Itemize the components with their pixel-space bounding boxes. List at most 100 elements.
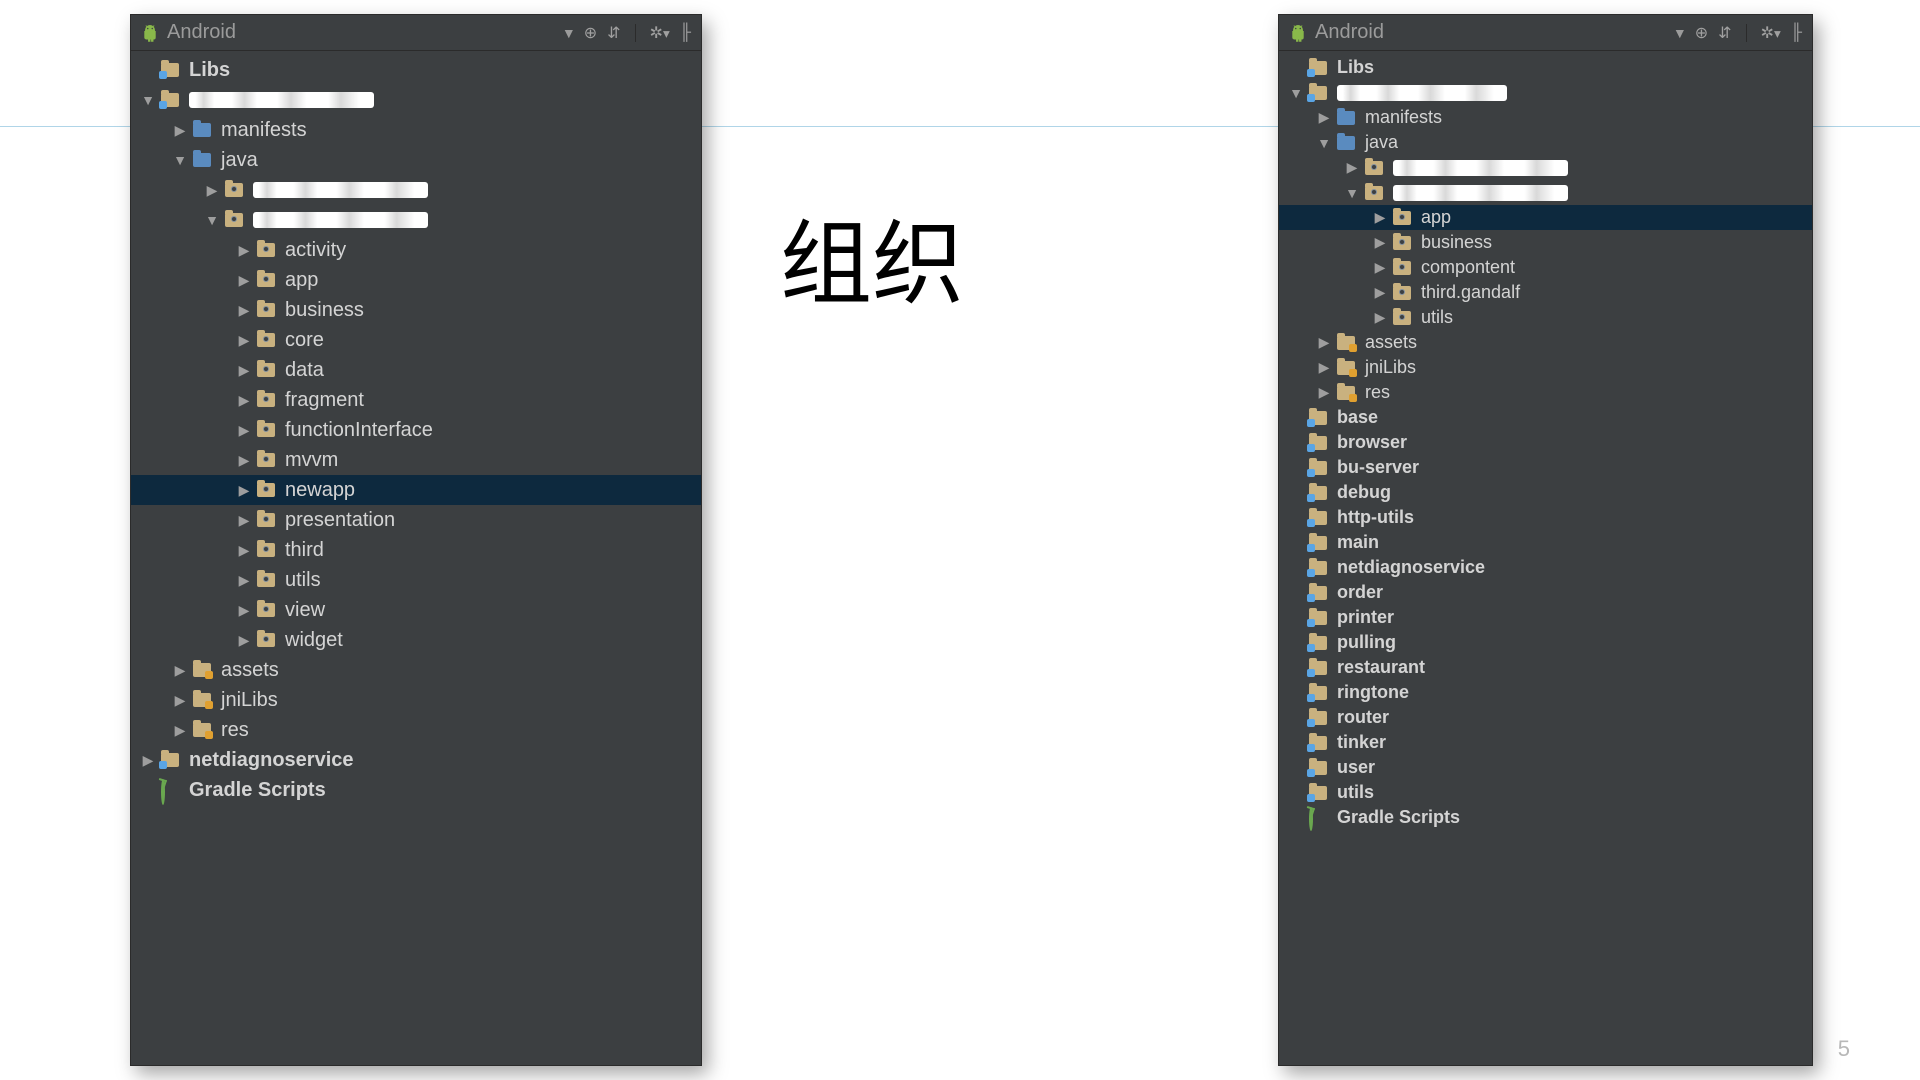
tree-item[interactable]: ▶view <box>131 595 701 625</box>
tree-item[interactable]: ▶app <box>131 265 701 295</box>
tree-arrow-icon[interactable]: ▼ <box>1315 135 1333 151</box>
tree-item[interactable]: ▶bu-server <box>1279 455 1812 480</box>
tree-arrow-icon[interactable]: ▶ <box>1315 334 1333 351</box>
panel-titlebar[interactable]: Android ▼ ⊕ ⇵ ✲▾ ╟ <box>131 15 701 51</box>
tree-item[interactable]: ▶order <box>1279 580 1812 605</box>
tree-item[interactable]: ▶jniLibs <box>131 685 701 715</box>
tree-item[interactable]: ▶third.gandalf <box>1279 280 1812 305</box>
tree-item[interactable]: ▶ringtone <box>1279 680 1812 705</box>
tree-item[interactable]: ▶assets <box>1279 330 1812 355</box>
tree-item[interactable]: ▶router <box>1279 705 1812 730</box>
tree-item[interactable]: ▶activity <box>131 235 701 265</box>
tree-arrow-icon[interactable]: ▶ <box>171 722 189 739</box>
tree-arrow-icon[interactable]: ▶ <box>203 182 221 199</box>
tree-item[interactable]: ▶http-utils <box>1279 505 1812 530</box>
tree-arrow-icon[interactable]: ▶ <box>235 362 253 379</box>
tree-item[interactable]: ▶Gradle Scripts <box>1279 805 1812 830</box>
tree-arrow-icon[interactable]: ▼ <box>1343 185 1361 201</box>
tree-item[interactable]: ▶Libs <box>1279 55 1812 80</box>
tree-item[interactable]: ▶business <box>131 295 701 325</box>
tree-item[interactable]: ▶utils <box>131 565 701 595</box>
tree-item[interactable]: ▶assets <box>131 655 701 685</box>
tree-item[interactable]: ▼ <box>131 85 701 115</box>
tree-arrow-icon[interactable]: ▶ <box>1343 159 1361 176</box>
hide-icon[interactable]: ╟ <box>680 24 691 42</box>
tree-item[interactable]: ▶core <box>131 325 701 355</box>
tree-item[interactable]: ▶netdiagnoservice <box>1279 555 1812 580</box>
tree-arrow-icon[interactable]: ▶ <box>1371 209 1389 226</box>
tree-arrow-icon[interactable]: ▶ <box>1315 384 1333 401</box>
tree-item[interactable]: ▶presentation <box>131 505 701 535</box>
tree-arrow-icon[interactable]: ▶ <box>235 482 253 499</box>
tree-item[interactable]: ▶debug <box>1279 480 1812 505</box>
tree-arrow-icon[interactable]: ▶ <box>235 572 253 589</box>
panel-titlebar[interactable]: Android ▼ ⊕ ⇵ ✲▾ ╟ <box>1279 15 1812 51</box>
tree-arrow-icon[interactable]: ▶ <box>235 272 253 289</box>
tree-arrow-icon[interactable]: ▶ <box>1371 284 1389 301</box>
target-icon[interactable]: ⊕ <box>584 23 597 43</box>
tree-arrow-icon[interactable]: ▶ <box>139 752 157 769</box>
tree-item[interactable]: ▶res <box>131 715 701 745</box>
tree-item[interactable]: ▶functionInterface <box>131 415 701 445</box>
tree-item[interactable]: ▶manifests <box>131 115 701 145</box>
tree-arrow-icon[interactable]: ▶ <box>1371 259 1389 276</box>
tree-arrow-icon[interactable]: ▶ <box>1315 359 1333 376</box>
tree-arrow-icon[interactable]: ▶ <box>235 452 253 469</box>
tree-arrow-icon[interactable]: ▶ <box>171 662 189 679</box>
chevron-down-icon[interactable]: ▼ <box>1673 25 1687 41</box>
tree-arrow-icon[interactable]: ▶ <box>235 332 253 349</box>
tree-arrow-icon[interactable]: ▼ <box>139 92 157 108</box>
tree-item[interactable]: ▶netdiagnoservice <box>131 745 701 775</box>
tree-arrow-icon[interactable]: ▶ <box>171 122 189 139</box>
tree-arrow-icon[interactable]: ▶ <box>235 632 253 649</box>
tree-item[interactable]: ▶jniLibs <box>1279 355 1812 380</box>
tree-item[interactable]: ▶tinker <box>1279 730 1812 755</box>
tree-item[interactable]: ▶data <box>131 355 701 385</box>
tree-item[interactable]: ▶manifests <box>1279 105 1812 130</box>
tree-item[interactable]: ▼ <box>1279 180 1812 205</box>
tree-item[interactable]: ▶base <box>1279 405 1812 430</box>
tree-arrow-icon[interactable]: ▶ <box>1371 234 1389 251</box>
tree-arrow-icon[interactable]: ▼ <box>203 212 221 228</box>
tree-item[interactable]: ▶widget <box>131 625 701 655</box>
hide-icon[interactable]: ╟ <box>1791 24 1802 42</box>
tree-item[interactable]: ▶third <box>131 535 701 565</box>
tree-arrow-icon[interactable]: ▶ <box>235 602 253 619</box>
tree-arrow-icon[interactable]: ▶ <box>171 692 189 709</box>
tree-item[interactable]: ▶Gradle Scripts <box>131 775 701 805</box>
tree-arrow-icon[interactable]: ▶ <box>1315 109 1333 126</box>
tree-item[interactable]: ▶restaurant <box>1279 655 1812 680</box>
tree-item[interactable]: ▶newapp <box>131 475 701 505</box>
tree-item[interactable]: ▼java <box>131 145 701 175</box>
tree-item[interactable]: ▶printer <box>1279 605 1812 630</box>
chevron-down-icon[interactable]: ▼ <box>562 25 576 41</box>
tree-item[interactable]: ▼ <box>131 205 701 235</box>
view-selector-label[interactable]: Android <box>1315 21 1659 44</box>
tree-arrow-icon[interactable]: ▼ <box>1287 85 1305 101</box>
tree-item[interactable]: ▶Libs <box>131 55 701 85</box>
gear-icon[interactable]: ✲▾ <box>1761 23 1781 43</box>
tree-item[interactable]: ▶main <box>1279 530 1812 555</box>
tree-item[interactable]: ▶pulling <box>1279 630 1812 655</box>
tree-item[interactable]: ▶fragment <box>131 385 701 415</box>
tree-arrow-icon[interactable]: ▶ <box>235 512 253 529</box>
tree-item[interactable]: ▶app <box>1279 205 1812 230</box>
tree-arrow-icon[interactable]: ▶ <box>1371 309 1389 326</box>
collapse-icon[interactable]: ⇵ <box>607 23 620 43</box>
tree-item[interactable]: ▶compontent <box>1279 255 1812 280</box>
tree-item[interactable]: ▶browser <box>1279 430 1812 455</box>
tree-arrow-icon[interactable]: ▶ <box>235 392 253 409</box>
tree-item[interactable]: ▶utils <box>1279 305 1812 330</box>
tree-arrow-icon[interactable]: ▶ <box>235 302 253 319</box>
tree-arrow-icon[interactable]: ▶ <box>235 242 253 259</box>
gear-icon[interactable]: ✲▾ <box>650 23 670 43</box>
tree-item[interactable]: ▶user <box>1279 755 1812 780</box>
tree-item[interactable]: ▶res <box>1279 380 1812 405</box>
target-icon[interactable]: ⊕ <box>1695 23 1708 43</box>
tree-arrow-icon[interactable]: ▼ <box>171 152 189 168</box>
tree-item[interactable]: ▼java <box>1279 130 1812 155</box>
tree-item[interactable]: ▶mvvm <box>131 445 701 475</box>
tree-item[interactable]: ▼ <box>1279 80 1812 105</box>
view-selector-label[interactable]: Android <box>167 21 548 44</box>
tree-arrow-icon[interactable]: ▶ <box>235 422 253 439</box>
